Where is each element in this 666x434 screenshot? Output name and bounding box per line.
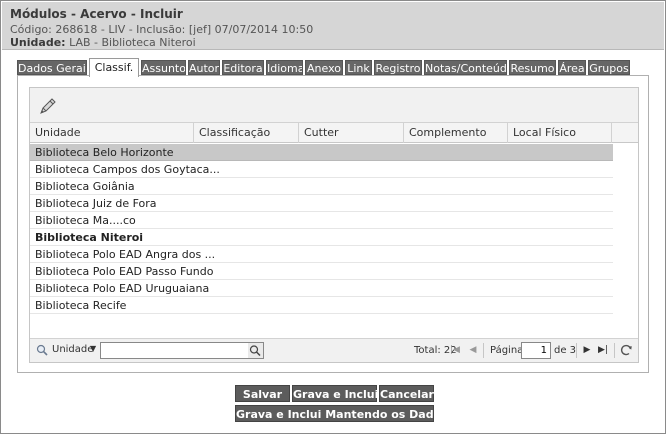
search-icon[interactable]	[36, 344, 48, 356]
unit-label: Unidade:	[10, 36, 66, 49]
column-header-complemento[interactable]: Complemento	[404, 123, 508, 143]
grid-pager: Unidade ▼ Total: 22 |◀ ◀ Página de 3 ▶	[30, 338, 638, 362]
page-number-input[interactable]	[521, 342, 551, 359]
column-header-spacer	[612, 123, 638, 143]
table-row[interactable]: Biblioteca Goiânia	[30, 178, 613, 195]
chevron-down-icon[interactable]: ▼	[90, 344, 96, 353]
tab-panel: Unidade Classificação Cutter Complemento…	[17, 75, 649, 373]
window: Módulos - Acervo - Incluir Código: 26861…	[0, 0, 666, 434]
tab-idioma[interactable]: Idioma	[266, 60, 303, 75]
column-header-unidade[interactable]: Unidade	[30, 123, 194, 143]
pager-divider	[483, 343, 484, 358]
table-row[interactable]: Biblioteca Campos dos Goytaca...	[30, 161, 613, 178]
magnifier-icon	[249, 345, 261, 357]
tab-link[interactable]: Link	[345, 60, 372, 75]
pager-divider	[576, 343, 577, 358]
table-row[interactable]: Biblioteca Niteroi	[30, 229, 613, 246]
last-page-icon[interactable]: ▶|	[596, 343, 610, 357]
classification-grid: Unidade Classificação Cutter Complemento…	[29, 87, 639, 363]
next-page-icon[interactable]: ▶	[580, 343, 594, 357]
refresh-icon[interactable]	[619, 343, 633, 357]
tab-assunto[interactable]: Assunto	[141, 60, 186, 75]
table-row[interactable]: Biblioteca Belo Horizonte	[30, 144, 613, 161]
tab-classif[interactable]: Classif.	[89, 58, 139, 77]
page-count: de 3	[554, 345, 577, 356]
table-row[interactable]: Biblioteca Ma....co	[30, 212, 613, 229]
tab-registro[interactable]: Registro	[374, 60, 422, 75]
table-row[interactable]: Biblioteca Polo EAD Passo Fundo	[30, 263, 613, 280]
tab-dados-gerais[interactable]: Dados Gerais	[17, 60, 87, 75]
tab-resumo[interactable]: Resumo	[509, 60, 556, 75]
page-header: Módulos - Acervo - Incluir Código: 26861…	[2, 2, 664, 50]
unit-info: Unidade: LAB - Biblioteca Niteroi	[10, 36, 196, 49]
save-button[interactable]: Salvar	[235, 385, 290, 402]
first-page-icon[interactable]: |◀	[448, 343, 462, 357]
record-info: Código: 268618 - LIV - Inclusão: [jef] 0…	[10, 23, 314, 36]
table-row[interactable]: Biblioteca Polo EAD Angra dos ...	[30, 246, 613, 263]
prev-page-icon[interactable]: ◀	[466, 343, 480, 357]
tab-anexo[interactable]: Anexo	[305, 60, 343, 75]
search-field-selector[interactable]: Unidade	[52, 344, 93, 355]
table-row[interactable]: Biblioteca Juiz de Fora	[30, 195, 613, 212]
tab-area[interactable]: Área	[558, 60, 586, 75]
tab-autor[interactable]: Autor	[188, 60, 220, 75]
save-add-keep-data-button[interactable]: Grava e Inclui Mantendo os Dados	[235, 405, 448, 422]
grid-rows: Biblioteca Belo Horizonte Biblioteca Cam…	[30, 144, 613, 314]
column-header-cutter[interactable]: Cutter	[299, 123, 404, 143]
table-row[interactable]: Biblioteca Recife	[30, 297, 613, 314]
tab-editora[interactable]: Editora	[222, 60, 264, 75]
unit-value: LAB - Biblioteca Niteroi	[69, 36, 196, 49]
grid-header: Unidade Classificação Cutter Complemento…	[30, 123, 638, 143]
column-header-local-fisico[interactable]: Local Físico	[508, 123, 612, 143]
page-title: Módulos - Acervo - Incluir	[10, 7, 183, 21]
page-label: Página	[490, 345, 524, 356]
column-header-classificacao[interactable]: Classificação	[194, 123, 299, 143]
search-input[interactable]	[100, 342, 250, 359]
grid-toolbar	[30, 88, 638, 123]
edit-pencil-icon[interactable]	[38, 96, 58, 116]
search-button[interactable]	[248, 342, 264, 359]
table-row[interactable]: Biblioteca Polo EAD Uruguaiana	[30, 280, 613, 297]
cancel-button[interactable]: Cancelar	[379, 385, 434, 402]
save-and-add-button[interactable]: Grava e Inclui	[292, 385, 378, 402]
tab-notas-conteudo[interactable]: Notas/Conteúdo	[424, 60, 507, 75]
pager-divider	[614, 343, 615, 358]
tab-grupos[interactable]: Grupos	[588, 60, 630, 75]
